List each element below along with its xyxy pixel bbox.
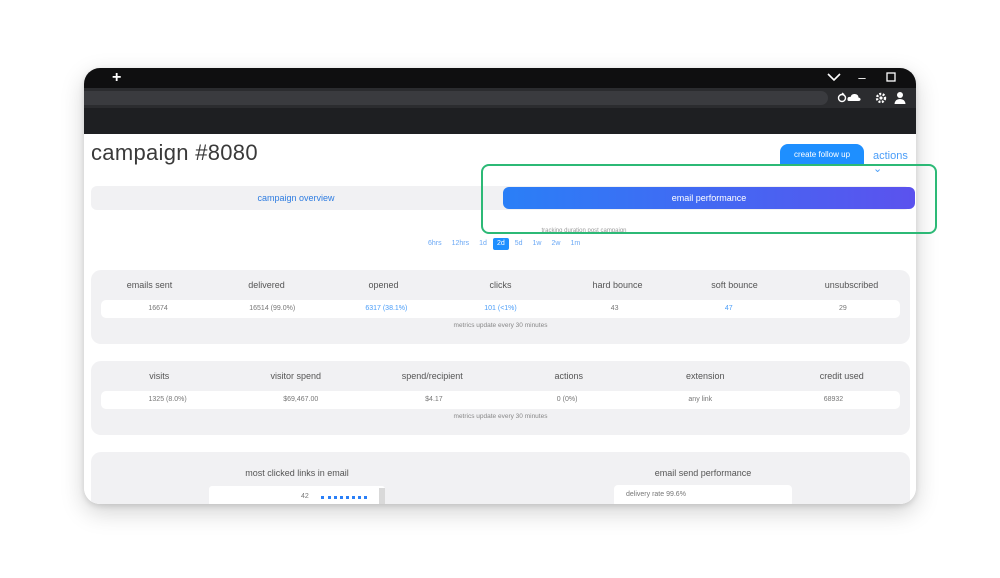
metric-value-emails-sent: 16674 <box>148 305 168 312</box>
metrics-update-note: metrics update every 30 minutes <box>453 322 548 329</box>
duration-option[interactable]: 12hrs <box>448 238 474 250</box>
visit-metrics-panel: visits visitor spend spend/recipient act… <box>91 361 910 435</box>
cloud-icon[interactable] <box>846 90 862 106</box>
metric-value-unsubscribed: 29 <box>839 305 847 312</box>
metric-value-credit-used: 68932 <box>823 396 844 403</box>
duration-option-selected[interactable]: 2d <box>492 238 509 250</box>
most-clicked-links-list: 42 <box>209 486 385 504</box>
address-bar[interactable] <box>84 91 828 105</box>
metric-header-opened: opened <box>368 280 399 290</box>
new-tab-button[interactable]: + <box>112 68 121 88</box>
metric-value-spend-recipient: $4.17 <box>425 396 443 403</box>
duration-option[interactable]: 5d <box>511 238 527 250</box>
link-click-bar <box>321 496 367 502</box>
email-metrics-panel: emails sent delivered opened clicks hard… <box>91 270 910 344</box>
list-scrollbar[interactable] <box>379 488 385 504</box>
metric-header-visitor-spend: visitor spend <box>270 371 322 381</box>
highlight-box <box>481 164 937 234</box>
duration-option[interactable]: 6hrs <box>424 238 446 250</box>
metric-value-hard-bounce: 43 <box>610 305 619 312</box>
delivery-rate: delivery rate 99.6% <box>626 491 686 498</box>
charts-panel: most clicked links in email 42 email sen… <box>91 452 910 504</box>
user-icon[interactable] <box>892 90 908 106</box>
email-send-performance-card: delivery rate 99.6% <box>614 485 792 504</box>
browser-toolbar <box>84 88 916 108</box>
duration-option[interactable]: 1d <box>475 238 491 250</box>
maximize-button[interactable] <box>881 68 901 88</box>
metric-header-spend-recipient: spend/recipient <box>401 371 463 381</box>
email-metrics-header: emails sent delivered opened clicks hard… <box>91 270 910 300</box>
duration-option[interactable]: 1w <box>529 238 546 250</box>
bookmarks-bar <box>84 108 916 134</box>
create-follow-up-button[interactable]: create follow up <box>780 144 864 166</box>
metrics-update-note: metrics update every 30 minutes <box>453 413 548 420</box>
title-bar: + – <box>84 68 916 88</box>
metric-header-delivered: delivered <box>248 280 285 290</box>
metric-header-unsubscribed: unsubscribed <box>824 280 879 290</box>
visit-metrics-values: 1325 (8.0%) $69,467.00 $4.17 0 (0%) any … <box>101 391 900 409</box>
metric-header-emails-sent: emails sent <box>126 280 173 290</box>
metric-value-soft-bounce[interactable]: 47 <box>672 300 786 318</box>
duration-selector: 6hrs 12hrs 1d 2d 5d 1w 2w 1m <box>424 238 584 250</box>
metric-header-clicks: clicks <box>489 280 512 290</box>
link-click-count: 42 <box>301 493 309 500</box>
duration-option[interactable]: 2w <box>547 238 564 250</box>
tab-campaign-overview[interactable]: campaign overview <box>91 186 501 210</box>
metric-header-actions: actions <box>554 371 584 381</box>
metric-value-opened[interactable]: 6317 (38.1%) <box>329 300 443 318</box>
gear-icon[interactable] <box>873 90 889 106</box>
metric-value-visits: 1325 (8.0%) <box>148 396 187 403</box>
metric-header-hard-bounce: hard bounce <box>592 280 643 290</box>
page-title: campaign #8080 <box>91 140 258 165</box>
metric-value-clicks[interactable]: 101 (<1%) <box>443 300 557 318</box>
metric-header-soft-bounce: soft bounce <box>711 280 758 290</box>
metric-value-extension: any link <box>688 396 713 403</box>
metric-header-visits: visits <box>149 371 170 381</box>
browser-window: + – campaign #8080 create follow up acti… <box>84 68 916 504</box>
visit-metrics-header: visits visitor spend spend/recipient act… <box>91 361 910 391</box>
email-send-performance-title: email send performance <box>654 468 752 478</box>
metric-value-visitor-spend: $69,467.00 <box>283 396 319 403</box>
minimize-button[interactable]: – <box>852 68 872 88</box>
metric-value-delivered: 16514 (99.0%) <box>249 305 296 312</box>
metric-value-actions: 0 (0%) <box>556 396 578 403</box>
metric-header-credit-used: credit used <box>819 371 864 381</box>
duration-option[interactable]: 1m <box>566 238 584 250</box>
most-clicked-links-title: most clicked links in email <box>245 468 349 478</box>
tab-list-dropdown-icon[interactable] <box>824 68 844 88</box>
metric-header-extension: extension <box>685 371 725 381</box>
email-metrics-values: 16674 16514 (99.0%) 6317 (38.1%) 101 (<1… <box>101 300 900 318</box>
